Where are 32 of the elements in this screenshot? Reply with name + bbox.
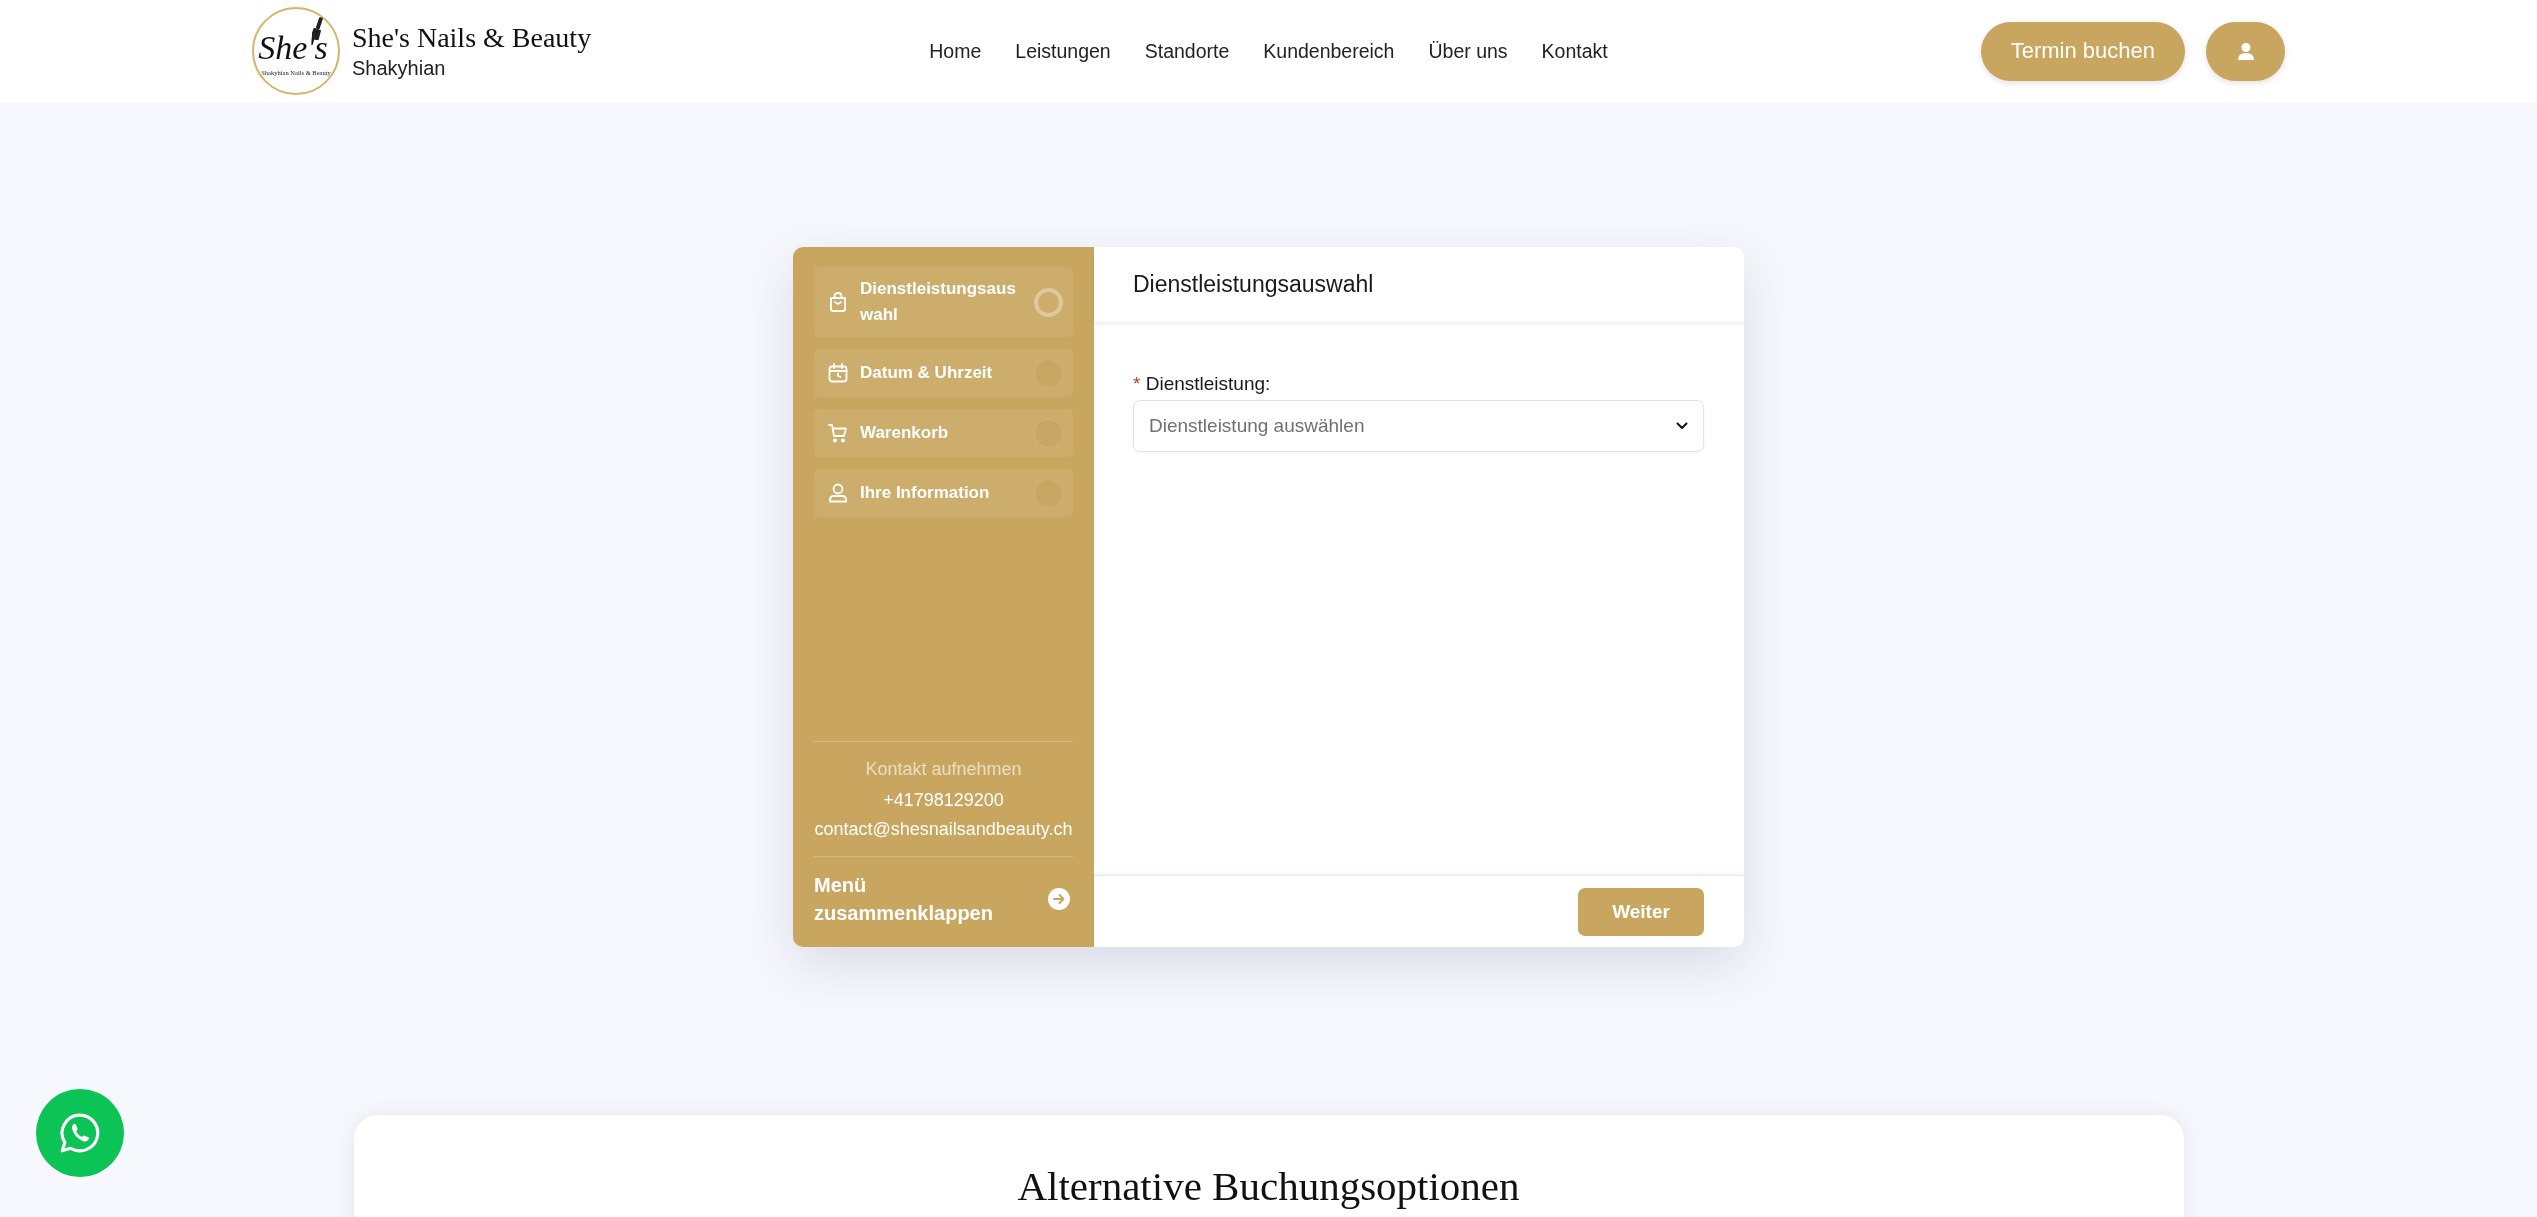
contact-phone[interactable]: +41798129200 — [883, 787, 1004, 813]
nav-link[interactable]: Home — [929, 39, 982, 63]
calendar-clock-icon — [828, 363, 848, 383]
nav-link[interactable]: Kontakt — [1541, 39, 1608, 63]
brand-title: She's Nails & Beauty — [352, 21, 592, 55]
book-appointment-button[interactable]: Termin buchen — [1980, 21, 2185, 81]
contact-heading: Kontakt aufnehmen — [865, 758, 1022, 781]
cart-icon — [828, 423, 848, 443]
nav-link[interactable]: Standorte — [1144, 39, 1230, 63]
chevron-down-icon — [1676, 422, 1688, 430]
arrow-right-icon — [1048, 888, 1070, 910]
account-button[interactable] — [2206, 21, 2285, 81]
next-button[interactable]: Weiter — [1578, 887, 1704, 936]
nav-link[interactable]: Kundenbereich — [1263, 39, 1395, 63]
nav-link[interactable]: Leistungen — [1015, 39, 1111, 63]
brand-subtitle: Shakyhian — [352, 56, 447, 81]
phone-bubble-icon — [59, 1112, 101, 1154]
collapse-menu-button[interactable]: Menü zusammenklappen — [814, 856, 1073, 947]
step-item[interactable]: Warenkorb — [814, 409, 1073, 457]
step-item[interactable]: Dienstleistungsauswahl — [814, 267, 1073, 337]
field-label: * Dienstleistung: — [1133, 372, 1272, 396]
step-item[interactable]: Ihre Information — [814, 469, 1073, 517]
nav-link[interactable]: Über uns — [1428, 39, 1508, 63]
section-title: Alternative Buchungsoptionen — [1016, 1162, 1521, 1210]
panel-title: Dienstleistungsauswahl — [1133, 271, 1374, 298]
shopping-bag-icon — [828, 292, 848, 312]
person-icon — [828, 483, 848, 503]
logo-script-text: She's — [258, 31, 328, 65]
service-select[interactable]: Dienstleistung auswählen — [1133, 400, 1704, 452]
person-icon — [2237, 42, 2254, 60]
step-item[interactable]: Datum & Uhrzeit — [814, 349, 1073, 397]
contact-email[interactable]: contact@shesnailsandbeauty.ch — [814, 816, 1073, 842]
